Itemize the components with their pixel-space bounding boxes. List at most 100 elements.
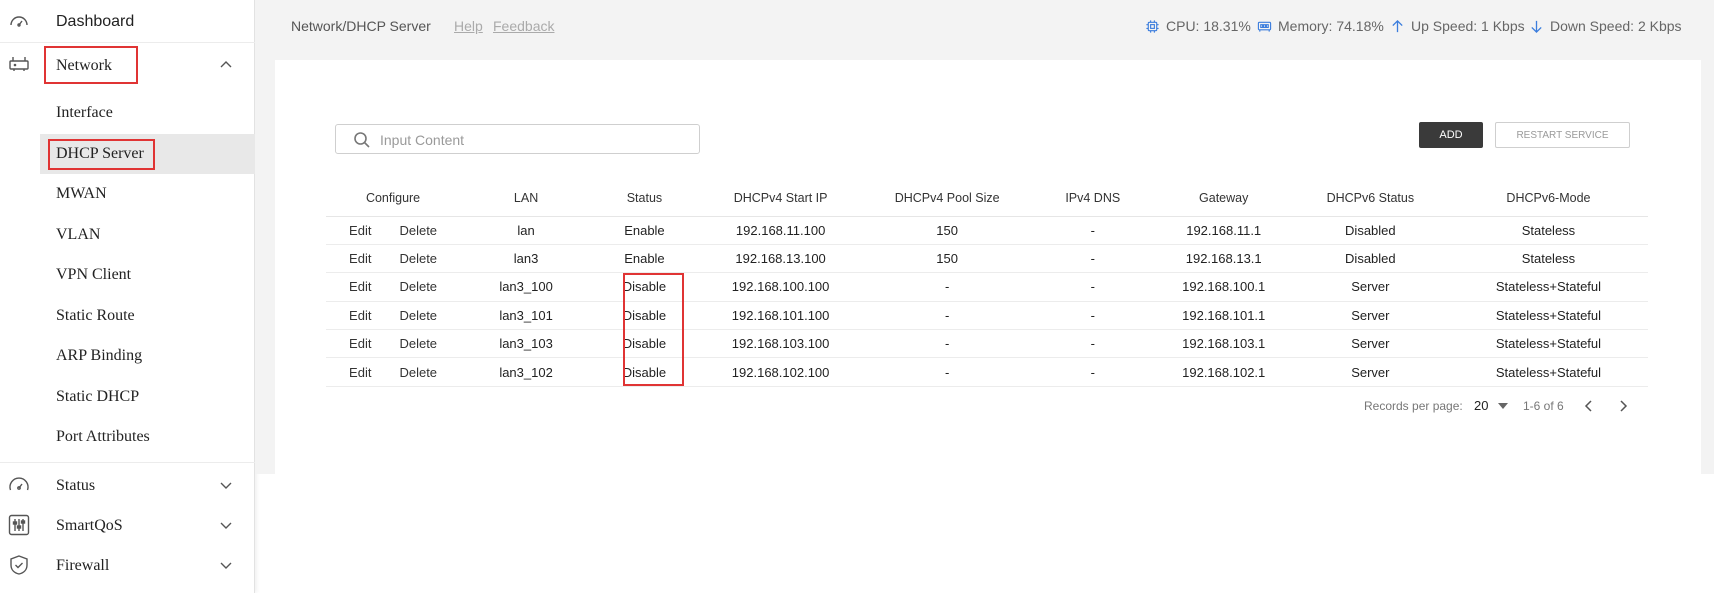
sidebar-item-label: SmartQoS — [56, 517, 123, 534]
sidebar-subitem-label: VLAN — [56, 225, 101, 243]
cell-v6-mode: Stateless+Stateful — [1448, 301, 1648, 331]
delete-button[interactable]: Delete — [399, 223, 437, 238]
column-header: Configure — [326, 180, 461, 217]
sidebar-item-network[interactable]: Network — [0, 46, 255, 84]
sidebar-subitem[interactable]: Interface — [0, 93, 255, 133]
down-speed-value: Down Speed: 2 Kbps — [1550, 18, 1682, 34]
chevron-down-icon[interactable] — [218, 477, 234, 493]
configure-cell: Edit Delete — [326, 272, 461, 302]
cell-lan: lan3_103 — [460, 329, 593, 359]
edit-button[interactable]: Edit — [349, 308, 371, 323]
cpu-icon — [1145, 19, 1160, 34]
prev-page-button[interactable] — [1582, 399, 1596, 413]
sidebar-subitem[interactable]: Static DHCP — [0, 377, 255, 417]
cell-gateway: 192.168.13.1 — [1155, 244, 1292, 274]
cell-status: Disable — [592, 357, 697, 387]
edit-button[interactable]: Edit — [349, 279, 371, 294]
edit-button[interactable]: Edit — [349, 251, 371, 266]
sidebar-item-smartqos[interactable]: SmartQoS — [0, 510, 255, 540]
sidebar-subitem[interactable]: Port Attributes — [0, 417, 255, 457]
pagination-range: 1-6 of 6 — [1523, 399, 1564, 413]
sidebar-subitem-label: MWAN — [56, 185, 107, 202]
divider — [0, 42, 255, 43]
search-icon — [353, 131, 371, 149]
records-per-page-value: 20 — [1474, 398, 1489, 413]
cpu-stat: CPU: 18.31% — [1145, 18, 1251, 34]
memory-value: Memory: 74.18% — [1278, 18, 1384, 34]
cell-status: Enable — [592, 216, 697, 245]
sidebar-subitem[interactable]: VLAN — [0, 215, 255, 255]
cell-lan: lan — [460, 216, 593, 245]
delete-button[interactable]: Delete — [399, 336, 437, 351]
cell-dns: - — [1029, 272, 1156, 302]
cell-start-ip: 192.168.11.100 — [696, 216, 865, 245]
configure-cell: Edit Delete — [326, 357, 461, 387]
cell-gateway: 192.168.100.1 — [1155, 272, 1292, 302]
edit-button[interactable]: Edit — [349, 223, 371, 238]
edit-button[interactable]: Edit — [349, 365, 371, 380]
cell-v6-mode: Stateless — [1448, 244, 1648, 274]
dropdown-caret-icon — [1498, 402, 1509, 409]
add-button[interactable]: ADD — [1419, 122, 1483, 148]
delete-button[interactable]: Delete — [399, 251, 437, 266]
sidebar-subitem-label: Port Attributes — [56, 428, 150, 445]
sidebar-subitem[interactable]: VPN Client — [0, 255, 255, 295]
column-header: DHCPv6 Status — [1291, 180, 1449, 217]
cell-gateway: 192.168.103.1 — [1155, 329, 1292, 359]
cell-v6-mode: Stateless — [1448, 216, 1648, 245]
cell-v6-status: Server — [1291, 272, 1449, 302]
sidebar: Dashboard Network Interface DHCP Server MW… — [0, 0, 255, 593]
column-header: DHCPv4 Pool Size — [864, 180, 1030, 217]
table-row: Edit Delete lan3_100 Disable 192.168.100.100… — [326, 272, 1648, 302]
configure-cell: Edit Delete — [326, 329, 461, 359]
delete-button[interactable]: Delete — [399, 279, 437, 294]
sidebar-subitem-label: DHCP Server — [56, 144, 144, 162]
shield-icon — [7, 553, 31, 577]
records-per-page-select[interactable]: 20 — [1474, 398, 1509, 413]
divider — [0, 462, 255, 463]
chevron-down-icon[interactable] — [218, 517, 234, 533]
configure-cell: Edit Delete — [326, 244, 461, 274]
cell-lan: lan3 — [460, 244, 593, 274]
sidebar-subitem-label: Static DHCP — [56, 387, 140, 405]
cell-status: Enable — [592, 244, 697, 274]
sidebar-subitem[interactable]: Static Route — [0, 296, 255, 336]
sidebar-subitem[interactable]: DHCP Server — [40, 133, 255, 174]
sidebar-subitem-label: Interface — [56, 104, 113, 121]
cell-pool-size: - — [864, 272, 1030, 302]
column-header: Status — [592, 180, 697, 217]
chevron-up-icon[interactable] — [218, 57, 234, 73]
edit-button[interactable]: Edit — [349, 336, 371, 351]
table-row: Edit Delete lan3_102 Disable 192.168.102.100… — [326, 357, 1648, 387]
delete-button[interactable]: Delete — [399, 308, 437, 323]
sidebar-subitem[interactable]: ARP Binding — [0, 336, 255, 376]
sliders-icon — [7, 513, 31, 537]
search-input[interactable] — [380, 129, 680, 151]
cell-start-ip: 192.168.100.100 — [696, 272, 865, 302]
router-icon — [7, 52, 31, 76]
sidebar-item-firewall[interactable]: Firewall — [0, 550, 255, 580]
cell-pool-size: 150 — [864, 216, 1030, 245]
cell-v6-mode: Stateless+Stateful — [1448, 329, 1648, 359]
cell-v6-status: Disabled — [1291, 244, 1449, 274]
arrow-down-icon — [1529, 19, 1544, 34]
sidebar-subitem[interactable]: MWAN — [0, 174, 255, 214]
search-box[interactable] — [335, 124, 700, 154]
feedback-link[interactable]: Feedback — [493, 18, 554, 34]
chevron-down-icon[interactable] — [218, 557, 234, 573]
column-header: DHCPv4 Start IP — [696, 180, 865, 217]
next-page-button[interactable] — [1616, 399, 1630, 413]
sidebar-item-dashboard[interactable]: Dashboard — [0, 6, 255, 36]
help-link[interactable]: Help — [454, 18, 483, 34]
cell-start-ip: 192.168.13.100 — [696, 244, 865, 274]
cell-v6-status: Server — [1291, 357, 1449, 387]
dashboard-icon — [7, 9, 31, 33]
delete-button[interactable]: Delete — [399, 365, 437, 380]
table-row: Edit Delete lan3 Enable 192.168.13.100 150-19… — [326, 244, 1648, 274]
sidebar-item-status[interactable]: Status — [0, 470, 255, 500]
down-speed-stat: Down Speed: 2 Kbps — [1529, 18, 1682, 34]
sidebar-subitem-label: Static Route — [56, 306, 135, 324]
restart-service-button[interactable]: RESTART SERVICE — [1495, 122, 1630, 148]
cell-pool-size: - — [864, 357, 1030, 387]
records-per-page-label: Records per page: — [1364, 399, 1463, 413]
